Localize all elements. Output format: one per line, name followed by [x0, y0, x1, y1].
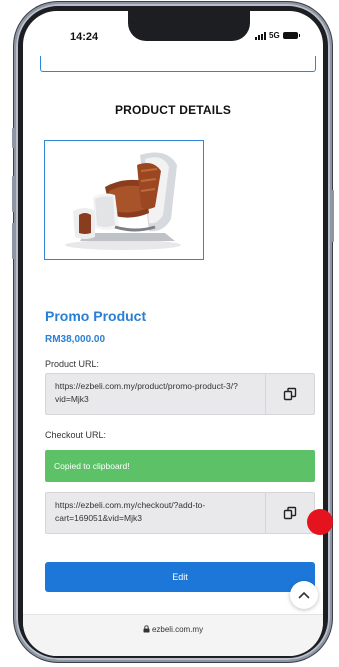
- previous-section-box: [40, 56, 316, 72]
- browser-address[interactable]: ezbeli.com.my: [23, 625, 323, 634]
- product-price: RM38,000.00: [45, 334, 106, 345]
- copy-icon: [283, 506, 297, 520]
- product-name[interactable]: Promo Product: [45, 308, 146, 324]
- notch: [128, 11, 250, 41]
- network-type: 5G: [269, 31, 280, 40]
- lock-icon: [143, 625, 150, 633]
- page-title: PRODUCT DETAILS: [114, 103, 232, 117]
- chevron-up-icon: [298, 591, 310, 599]
- status-time: 14:24: [70, 31, 99, 43]
- side-button-volume-up: [12, 176, 15, 212]
- status-indicators: 5G: [255, 31, 300, 40]
- browser-address-bar[interactable]: ezbeli.com.my: [23, 614, 323, 656]
- signal-icon: [255, 31, 266, 40]
- product-url-field[interactable]: https://ezbeli.com.my/product/promo-prod…: [45, 373, 315, 415]
- scroll-to-top-button[interactable]: [290, 581, 318, 609]
- touch-indicator: [307, 509, 333, 535]
- product-url-label: Product URL:: [45, 359, 100, 369]
- product-image: [65, 152, 181, 250]
- copied-toast: Copied to clipboard!: [45, 450, 315, 482]
- phone-screen: 14:24 5G PRODUCT DETAILS Promo Product R…: [23, 11, 323, 656]
- checkout-url-label: Checkout URL:: [45, 430, 107, 440]
- product-url-value: https://ezbeli.com.my/product/promo-prod…: [55, 381, 238, 404]
- copy-icon: [283, 387, 297, 401]
- product-image-frame[interactable]: [44, 140, 204, 260]
- copy-checkout-url-button[interactable]: [265, 493, 314, 533]
- battery-icon: [282, 32, 300, 39]
- side-button-mute: [12, 128, 15, 148]
- checkout-url-value: https://ezbeli.com.my/checkout/?add-to-c…: [55, 500, 206, 523]
- address-text: ezbeli.com.my: [151, 625, 204, 634]
- checkout-url-field[interactable]: https://ezbeli.com.my/checkout/?add-to-c…: [45, 492, 315, 534]
- copy-product-url-button[interactable]: [265, 374, 314, 414]
- side-button-power: [331, 190, 334, 242]
- edit-button[interactable]: Edit: [45, 562, 315, 592]
- side-button-volume-down: [12, 223, 15, 259]
